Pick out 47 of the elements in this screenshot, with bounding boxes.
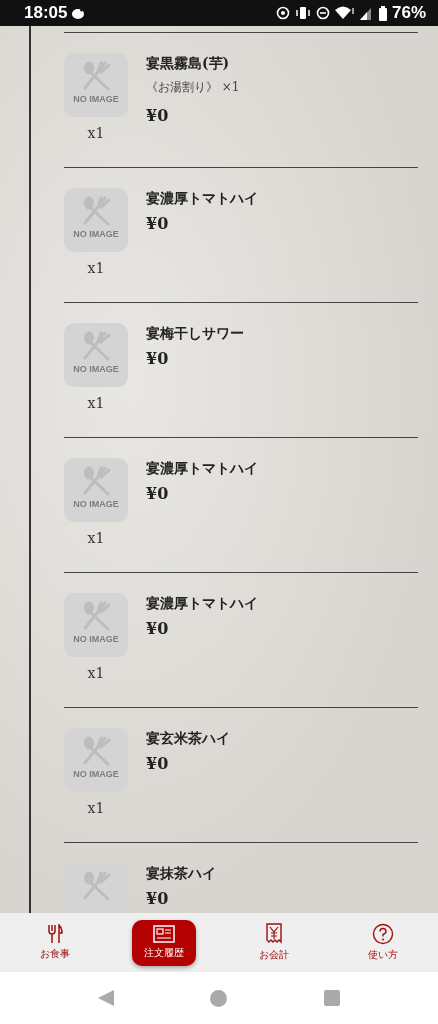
item-option: 《お湯割り》 ×1 <box>146 79 240 96</box>
item-price: ¥0 <box>146 214 170 233</box>
battery-percent: 76% <box>391 3 426 23</box>
fork-knife-icon <box>46 924 63 944</box>
nav-tab[interactable]: お会計 <box>241 919 306 966</box>
recents-button[interactable] <box>323 990 340 1006</box>
item-price: ¥0 <box>146 619 170 638</box>
signal-icon <box>359 6 374 20</box>
clock-time: 18:05 <box>24 3 68 23</box>
no-image-label: NO IMAGE <box>73 634 119 644</box>
location-icon <box>275 6 290 20</box>
no-image-label: NO IMAGE <box>73 769 119 779</box>
item-name: 宴梅干しサワー <box>146 325 244 343</box>
vibrate-icon <box>294 7 311 19</box>
battery-icon <box>378 5 387 21</box>
receipt-list-icon <box>153 925 176 943</box>
no-image-label: NO IMAGE <box>73 94 119 104</box>
item-price: ¥0 <box>146 484 170 503</box>
quantity: x1 <box>87 260 105 276</box>
notification-icon <box>72 7 86 19</box>
quantity: x1 <box>87 125 105 141</box>
quantity: x1 <box>87 800 105 816</box>
nav-tab[interactable]: 注文履歴 <box>132 919 197 966</box>
item-name: 宴黒霧島(芋) <box>146 55 231 73</box>
nav-tab[interactable]: 使い方 <box>351 919 416 966</box>
back-button[interactable] <box>98 990 115 1006</box>
item-name: 宴濃厚トマトハイ <box>146 595 258 613</box>
item-price: ¥0 <box>146 349 170 368</box>
item-name: 宴玄米茶ハイ <box>146 730 230 748</box>
item-price: ¥0 <box>146 106 170 125</box>
yen-receipt-icon <box>264 923 283 945</box>
item-name: 宴濃厚トマトハイ <box>146 460 258 478</box>
item-name: 宴抹茶ハイ <box>146 865 216 883</box>
no-image-label: NO IMAGE <box>73 499 119 509</box>
quantity: x1 <box>87 530 105 546</box>
no-image-label: NO IMAGE <box>73 364 119 374</box>
wifi-icon <box>334 6 355 20</box>
no-image-label: NO IMAGE <box>73 229 119 239</box>
do-not-disturb-icon <box>315 6 330 20</box>
quantity: x1 <box>87 665 105 681</box>
item-price: ¥0 <box>146 754 170 773</box>
item-price: ¥0 <box>146 889 170 908</box>
nav-tab[interactable]: お食事 <box>22 919 87 966</box>
item-name: 宴濃厚トマトハイ <box>146 190 258 208</box>
help-icon <box>372 923 395 945</box>
home-button[interactable] <box>210 989 228 1007</box>
quantity: x1 <box>87 395 105 411</box>
